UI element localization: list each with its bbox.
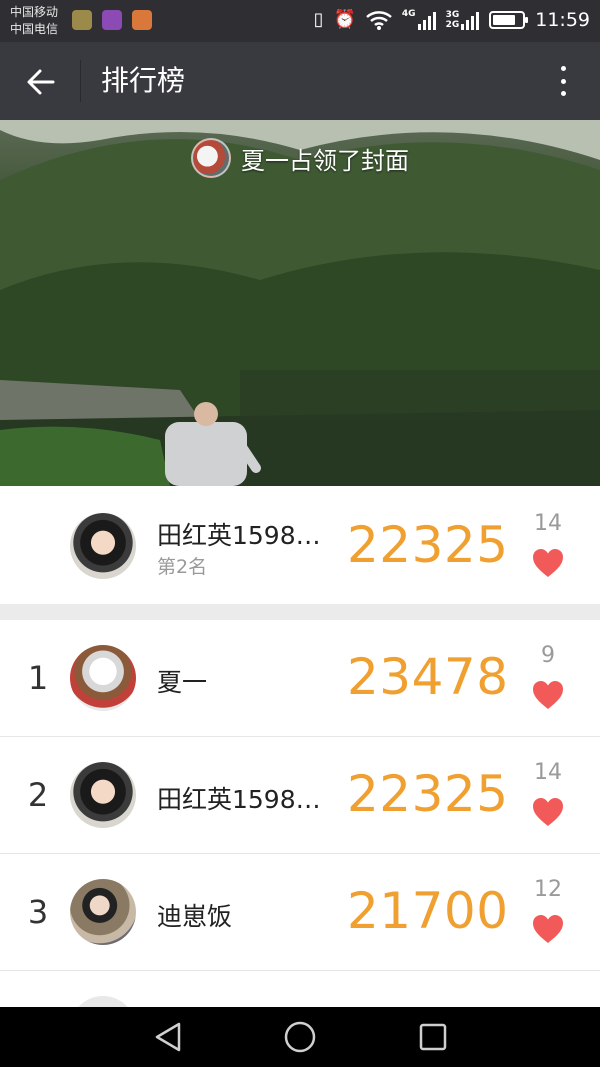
user-name: 迪崽饭 — [157, 902, 233, 931]
carrier-info: 中国移动 中国电信 — [10, 4, 58, 38]
sync-notification-icon — [132, 10, 152, 30]
like-button[interactable] — [532, 914, 564, 944]
user-avatar[interactable] — [70, 762, 136, 828]
likes-count: 12 — [534, 877, 562, 902]
gallery-notification-icon — [102, 10, 122, 30]
cover-banner-text: 夏一占领了封面 — [241, 146, 409, 175]
rank-number: 3 — [27, 893, 49, 931]
my-steps: 22325 — [347, 516, 509, 574]
page-title: 排行榜 — [101, 64, 186, 97]
user-name: 田红英1598… — [157, 785, 321, 814]
user-steps: 22325 — [347, 765, 509, 823]
app-bar-divider — [80, 60, 81, 102]
my-rank-label: 第2名 — [157, 556, 208, 578]
system-nav-bar — [0, 1007, 600, 1067]
more-vertical-icon — [560, 66, 566, 71]
user-avatar[interactable] — [70, 645, 136, 711]
leaderboard-row-partial[interactable] — [0, 971, 600, 1007]
like-button[interactable] — [532, 680, 564, 710]
heart-icon — [533, 915, 563, 943]
signal-icon — [461, 10, 480, 30]
alarm-icon: ⏰ — [333, 9, 356, 30]
likes-count: 14 — [534, 760, 562, 785]
heart-icon — [533, 549, 563, 577]
user-name: 夏一 — [157, 668, 208, 697]
network-4g-label: 4G — [401, 9, 416, 19]
carrier-2: 中国电信 — [10, 22, 59, 36]
my-like-button[interactable] — [532, 548, 564, 578]
leaderboard-row[interactable]: 2 田红英1598… 22325 14 — [0, 737, 600, 854]
signal-4g: 4G — [402, 10, 436, 30]
user-steps: 23478 — [347, 648, 509, 706]
nav-recents-button[interactable] — [413, 1019, 453, 1055]
nav-home-button[interactable] — [280, 1019, 320, 1055]
network-3g-label: 3G — [445, 10, 460, 20]
user-steps: 21700 — [347, 882, 509, 940]
carrier-1: 中国移动 — [10, 5, 59, 19]
like-button[interactable] — [532, 797, 564, 827]
notification-app-icon — [72, 10, 92, 30]
wifi-icon — [366, 11, 392, 30]
rank-number: 1 — [27, 659, 49, 697]
heart-icon — [533, 798, 563, 826]
status-bar: 中国移动 中国电信 ▯ ⏰ 4G 3G 2G 11:59 — [0, 0, 600, 42]
my-name: 田红英1598… — [157, 521, 321, 550]
cover-owner-avatar — [191, 138, 231, 178]
system-icons: ▯ ⏰ 4G 3G 2G 11:59 — [314, 8, 590, 32]
network-2g-label: 2G — [445, 20, 460, 30]
rank-number: 2 — [27, 776, 49, 814]
my-rank-card[interactable]: 田红英1598… 第2名 22325 14 — [0, 486, 600, 604]
user-avatar[interactable] — [70, 996, 136, 1007]
nav-home-icon — [284, 1021, 316, 1053]
signal-icon — [417, 10, 436, 30]
notification-icons — [72, 10, 152, 30]
leaderboard-row[interactable]: 1 夏一 23478 9 — [0, 620, 600, 737]
nav-recents-icon — [419, 1023, 447, 1051]
back-arrow-icon — [27, 69, 55, 95]
back-button[interactable] — [20, 61, 62, 103]
section-divider — [0, 604, 600, 620]
signal-3g2g: 3G 2G — [446, 10, 480, 30]
cover-image[interactable]: 夏一占领了封面 — [0, 120, 600, 486]
clock: 11:59 — [535, 9, 590, 31]
leaderboard-row[interactable]: 3 迪崽饭 21700 12 — [0, 854, 600, 971]
battery-icon — [489, 11, 529, 29]
vibrate-icon: ▯ — [313, 9, 324, 30]
heart-icon — [533, 681, 563, 709]
user-avatar[interactable] — [70, 879, 136, 945]
likes-count: 9 — [541, 643, 555, 668]
nav-back-button[interactable] — [148, 1019, 188, 1055]
nav-back-icon — [155, 1022, 181, 1052]
app-bar: 排行榜 — [0, 42, 600, 120]
cover-banner: 夏一占领了封面 — [0, 138, 600, 178]
more-button[interactable] — [556, 62, 570, 100]
my-likes-count: 14 — [534, 511, 562, 536]
my-avatar[interactable] — [70, 513, 136, 579]
